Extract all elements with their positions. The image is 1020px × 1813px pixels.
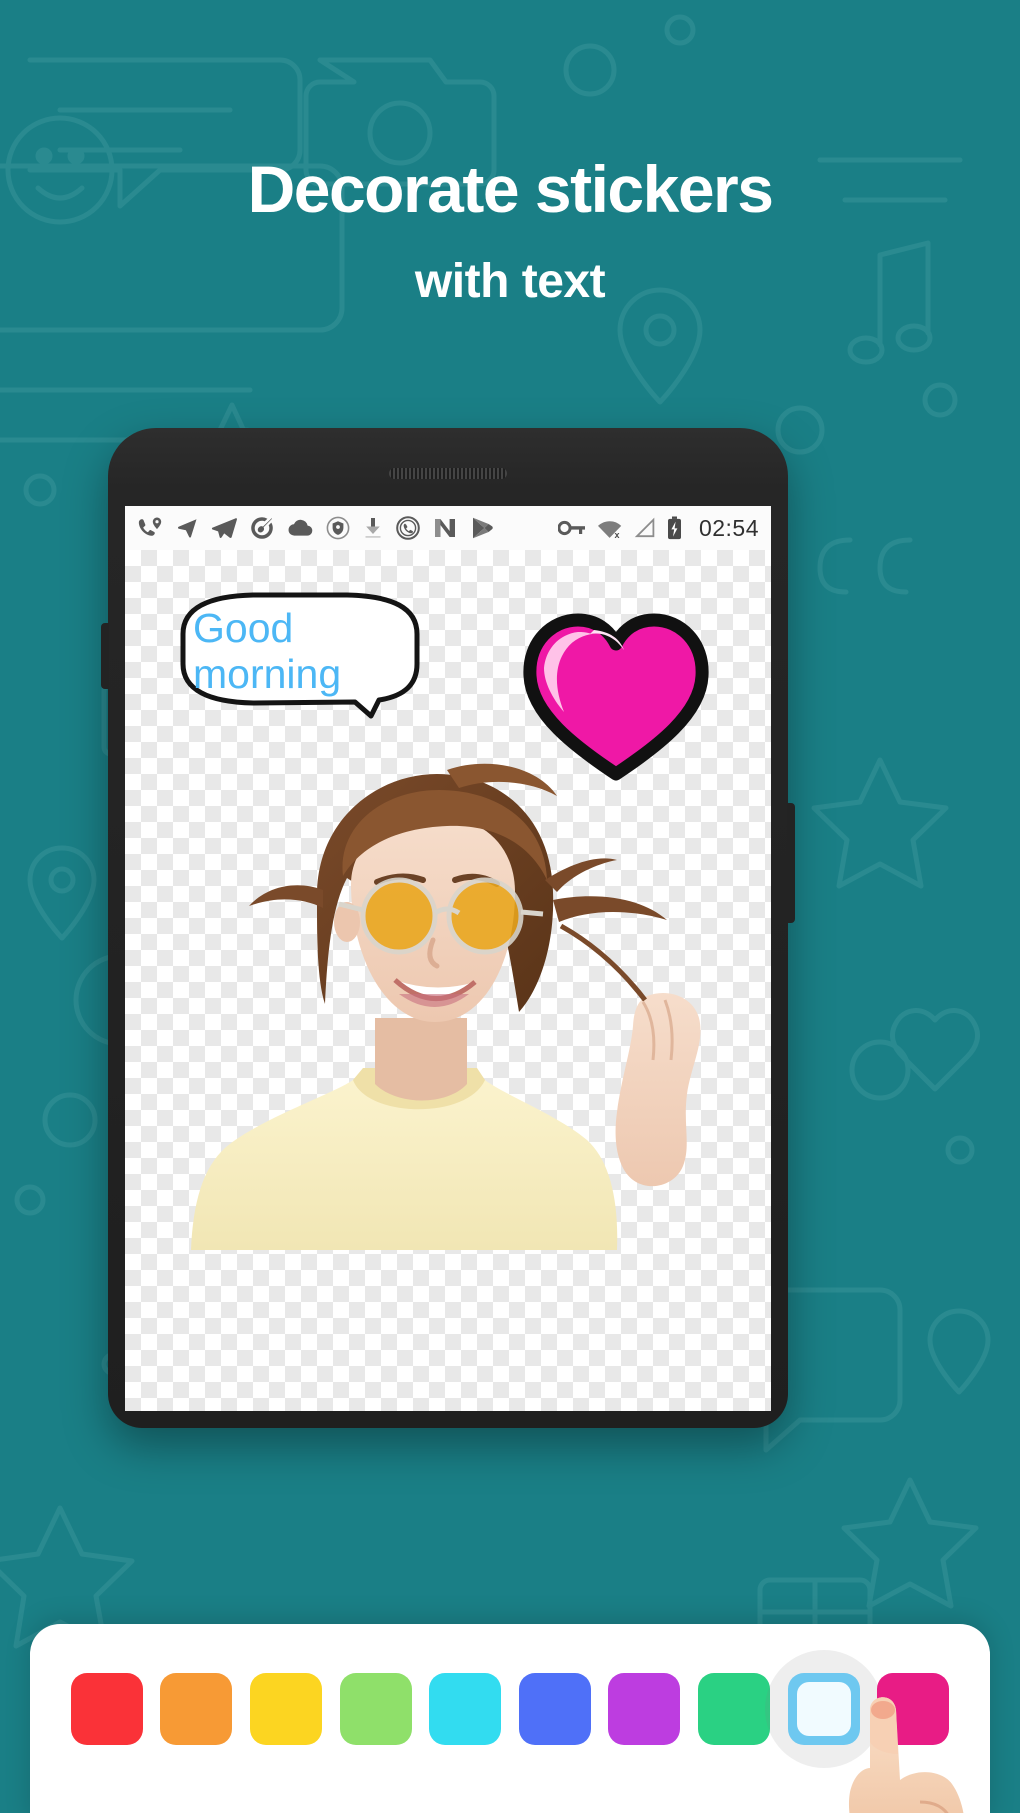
vpn-key-icon [557,520,585,536]
phone-screen: x 02:54 Good morning [125,506,771,1411]
swatch-fill-light-blue[interactable] [787,1673,860,1745]
status-bar: x 02:54 [125,506,771,550]
color-swatch-green[interactable] [331,1666,421,1752]
color-swatch-light-blue[interactable] [764,1650,964,1813]
missed-call-location-icon [138,517,162,536]
play-store-icon [473,517,493,539]
swatch-fill-cyan[interactable] [429,1673,502,1745]
color-swatch-orange[interactable] [152,1666,242,1752]
page-subtitle: with text [414,255,606,309]
svg-text:x: x [614,530,619,539]
phone-speaker-grille [389,468,507,479]
heart-sticker[interactable] [520,610,712,782]
color-swatch-purple[interactable] [600,1666,690,1752]
color-swatch-red[interactable] [62,1666,152,1752]
color-picker-sheet [30,1624,990,1813]
download-arrow-icon [365,518,381,538]
speech-bubble-text: Good morning [193,605,342,697]
phone-volume-button [787,803,795,923]
swatch-fill-green[interactable] [339,1673,412,1745]
swatch-fill-emerald[interactable] [697,1673,770,1745]
swatch-fill-blue[interactable] [518,1673,591,1745]
swatch-fill-yellow[interactable] [249,1673,322,1745]
headline-block: Decorate stickers with text [0,152,1020,309]
mobile-signal-icon [634,517,655,538]
swatch-fill-pink[interactable] [877,1673,950,1745]
telegram-send-icon [211,518,237,538]
swatch-fill-orange[interactable] [160,1673,233,1745]
swatch-fill-red[interactable] [70,1673,143,1745]
cloud-icon [288,519,313,536]
page-title: Decorate stickers [247,152,774,226]
status-bar-right-icons: x 02:54 [557,514,759,542]
speech-bubble-sticker[interactable]: Good morning [165,590,433,720]
status-bar-clock: 02:54 [698,514,759,541]
color-swatch-yellow[interactable] [241,1666,331,1752]
shield-badge-icon [326,516,350,540]
sticker-canvas[interactable]: Good morning [125,550,771,1411]
phone-mockup: x 02:54 Good morning [101,428,795,1428]
color-swatch-cyan[interactable] [420,1666,510,1752]
navigation-arrow-icon [177,519,197,538]
portrait-photo-sticker[interactable] [147,750,727,1250]
n-logo-icon [435,519,455,537]
battery-charging-icon [667,516,681,540]
color-swatch-pink[interactable] [868,1666,958,1752]
swatch-fill-purple[interactable] [608,1673,681,1745]
color-swatch-blue[interactable] [510,1666,600,1752]
phone-side-button [101,623,109,689]
wifi-off-icon: x [597,521,622,539]
phone-circle-icon [396,516,420,540]
quick-search-icon [251,517,273,539]
color-swatch-row [30,1650,990,1813]
status-bar-left-icons [137,516,494,540]
